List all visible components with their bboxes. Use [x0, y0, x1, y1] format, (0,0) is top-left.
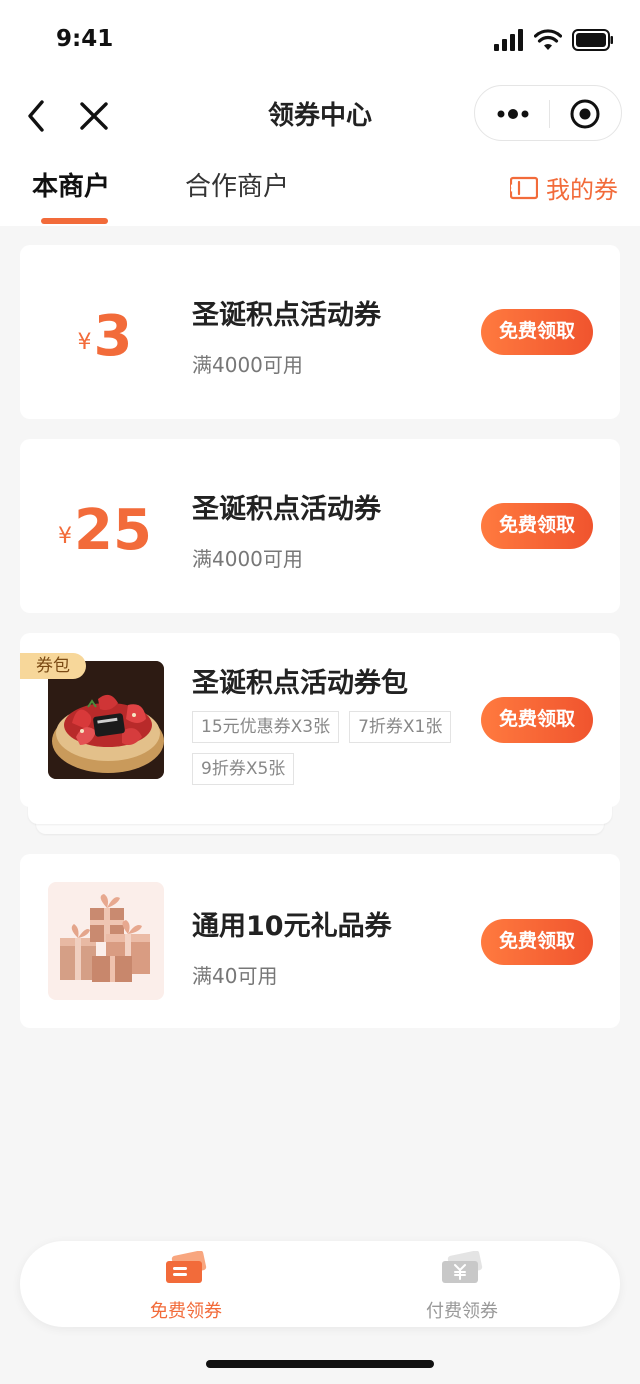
battery-icon: [572, 29, 613, 51]
coupon-icon: [510, 176, 538, 199]
tab-free-coupons[interactable]: 免费领券: [116, 1250, 256, 1323]
claim-button[interactable]: 免费领取: [481, 503, 593, 549]
capsule-menu: [474, 85, 622, 141]
currency-symbol: ¥: [58, 524, 73, 549]
coupon-card: ¥25 圣诞积点活动券 满4000可用 免费领取: [20, 439, 620, 613]
signal-icon: [494, 29, 523, 51]
coupon-title: 通用10元礼品券: [192, 911, 392, 942]
more-icon[interactable]: [495, 100, 531, 128]
tab-own-merchant[interactable]: 本商户: [32, 168, 110, 206]
coupon-card: 通用10元礼品券 满40可用 免费领取: [20, 854, 620, 1028]
pack-stack-layer: [28, 804, 612, 824]
currency-symbol: ¥: [77, 330, 92, 355]
claim-button[interactable]: 免费领取: [481, 919, 593, 965]
bottom-tab-bar: 免费领券 付费领券: [20, 1241, 620, 1327]
tab-active-indicator: [41, 218, 108, 224]
coupon-card: ¥3 圣诞积点活动券 满4000可用 免费领取: [20, 245, 620, 419]
coupon-price: ¥3: [20, 307, 190, 380]
coupon-tag: 9折券X5张: [192, 753, 295, 785]
capsule-divider: [549, 100, 550, 128]
coupon-tags: 15元优惠券X3张 7折券X1张 9折券X5张: [192, 711, 472, 785]
tab-partner-merchant[interactable]: 合作商户: [185, 168, 289, 206]
status-icons: [494, 28, 614, 52]
home-indicator: [206, 1360, 434, 1368]
claim-button[interactable]: 免费领取: [481, 697, 593, 743]
gift-boxes-image: [48, 882, 164, 1000]
header-area: 9:41 领券中心 本商户 合作商户 我的券: [0, 0, 640, 226]
coupon-title: 圣诞积点活动券: [192, 300, 381, 331]
coupon-pack-card: 券包 圣诞积点活动券包 15元优惠券X3张 7折券X1张 9折券X5张 免费领取: [20, 633, 620, 807]
coupon-amount: 3: [93, 304, 133, 369]
my-coupons-label: 我的券: [546, 176, 618, 204]
coupon-amount: 25: [74, 498, 152, 563]
claim-button[interactable]: 免费领取: [481, 309, 593, 355]
paid-ticket-icon: [442, 1250, 483, 1283]
coupon-title: 圣诞积点活动券: [192, 494, 381, 525]
tab-free-label: 免费领券: [150, 1301, 222, 1322]
coupon-price: ¥25: [20, 501, 190, 574]
status-time: 9:41: [56, 26, 114, 52]
wifi-icon: [534, 29, 562, 50]
coupon-condition: 满4000可用: [192, 547, 303, 571]
pack-badge: 券包: [20, 653, 86, 679]
free-ticket-icon: [166, 1250, 207, 1283]
coupon-tag: 7折券X1张: [349, 711, 452, 743]
coupon-title: 圣诞积点活动券包: [192, 668, 408, 699]
coupon-tag: 15元优惠券X3张: [192, 711, 340, 743]
coupon-condition: 满40可用: [192, 964, 278, 988]
target-icon[interactable]: [569, 98, 601, 130]
tab-paid-coupons[interactable]: 付费领券: [392, 1250, 532, 1323]
my-coupons-link[interactable]: 我的券: [510, 170, 618, 205]
coupon-condition: 满4000可用: [192, 353, 303, 377]
tab-paid-label: 付费领券: [426, 1301, 498, 1322]
